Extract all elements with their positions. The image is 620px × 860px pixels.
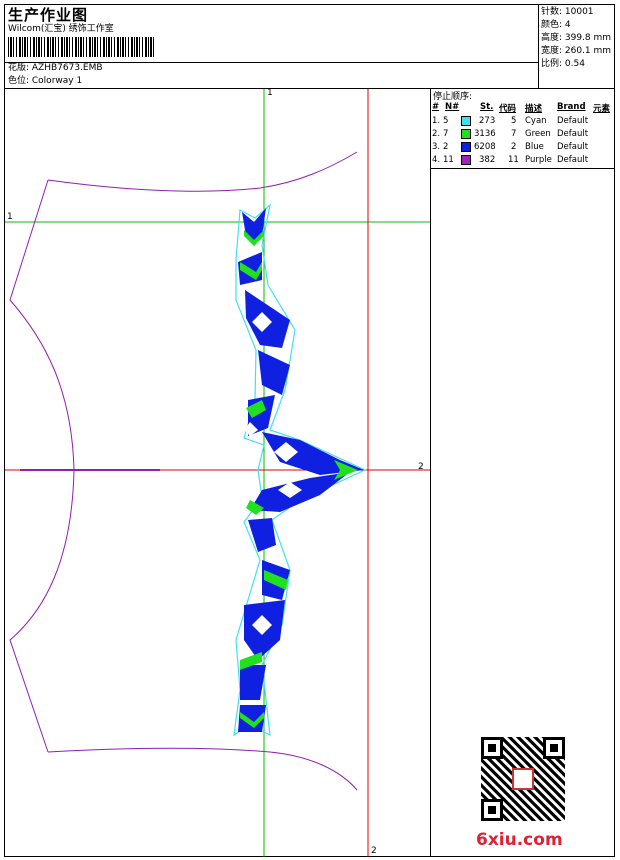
seal-icon [512, 768, 534, 790]
site-watermark: 6xiu.com [476, 830, 563, 850]
axis-label-h2: 2 [418, 462, 424, 472]
axis-label-v2: 2 [371, 846, 377, 856]
qr-code [481, 737, 565, 821]
axis-label-v1: 1 [267, 88, 273, 98]
design-canvas [5, 89, 430, 857]
axis-label-h1: 1 [7, 212, 13, 222]
